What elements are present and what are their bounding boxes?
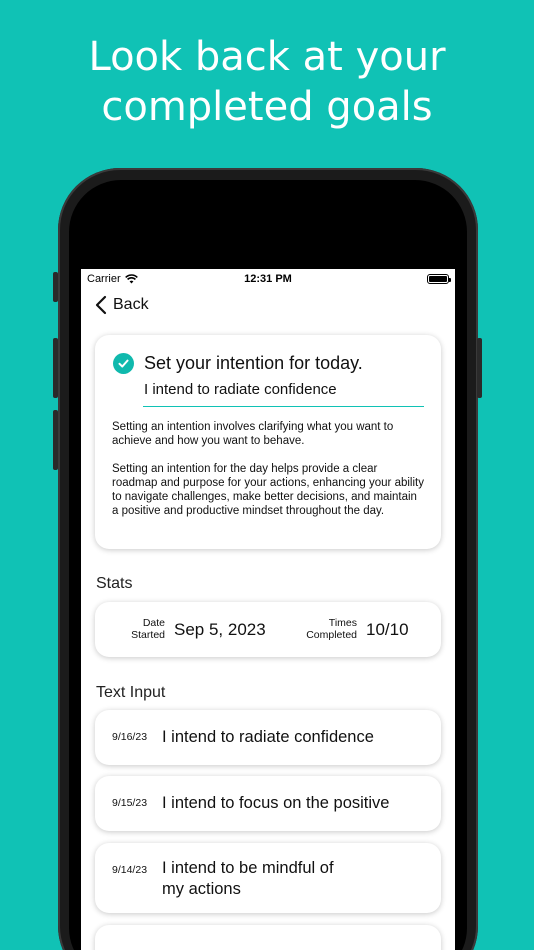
times-completed-label-line-1: Times (328, 617, 357, 629)
entry-date: 9/16/23 (112, 731, 148, 743)
text-input-entry[interactable]: 9/16/23 I intend to radiate confidence (95, 710, 441, 765)
entry-text: I intend to radiate confidence (162, 728, 374, 746)
text-input-entry[interactable]: 9/14/23 I intend to be mindful of my act… (95, 843, 441, 913)
headline-line-2: completed goals (101, 84, 433, 130)
entry-date: 9/15/23 (112, 797, 148, 809)
text-input-entry[interactable]: 9/15/23 I intend to focus on the positiv… (95, 776, 441, 831)
chevron-left-icon (95, 295, 107, 315)
volume-down-button (53, 410, 58, 470)
stats-section-title: Stats (96, 575, 133, 592)
date-started-label: Date Started (109, 617, 165, 641)
stats-card: Date Started Sep 5, 2023 Times Completed… (95, 602, 441, 657)
volume-up-button (53, 338, 58, 398)
date-started-label-line-1: Date (142, 617, 165, 629)
app-screen: Carrier 12:31 PM Back Set your intention… (81, 269, 455, 950)
mute-switch (53, 272, 58, 302)
entry-text: I intend to be mindful of my actions (162, 859, 334, 898)
intention-card: Set your intention for today. I intend t… (95, 335, 441, 549)
times-completed-value: 10/10 (366, 620, 409, 639)
power-button (477, 338, 482, 398)
times-completed-label: Times Completed (281, 617, 357, 641)
back-button[interactable]: Back (95, 295, 149, 315)
battery-icon (427, 274, 451, 284)
entry-text: I intend to focus on the positive (162, 794, 390, 812)
text-input-entry-partial[interactable] (95, 925, 441, 950)
intention-description-2: Setting an intention for the day helps p… (112, 463, 424, 517)
times-completed-label-line-2: Completed (306, 629, 357, 641)
date-started-label-line-2: Started (131, 629, 165, 641)
text-input-section-title: Text Input (96, 684, 166, 701)
status-time: 12:31 PM (244, 273, 292, 285)
status-bar: Carrier 12:31 PM (81, 269, 455, 289)
intention-input[interactable]: I intend to radiate confidence (143, 381, 424, 407)
back-label: Back (113, 296, 149, 313)
entry-date: 9/14/23 (112, 864, 148, 876)
intention-title: Set your intention for today. (144, 353, 363, 373)
date-started-value: Sep 5, 2023 (174, 620, 266, 639)
headline: Look back at your completed goals (0, 32, 534, 132)
completed-check-icon[interactable] (113, 353, 134, 374)
intention-description-1: Setting an intention involves clarifying… (112, 421, 394, 447)
headline-line-1: Look back at your (88, 34, 446, 80)
